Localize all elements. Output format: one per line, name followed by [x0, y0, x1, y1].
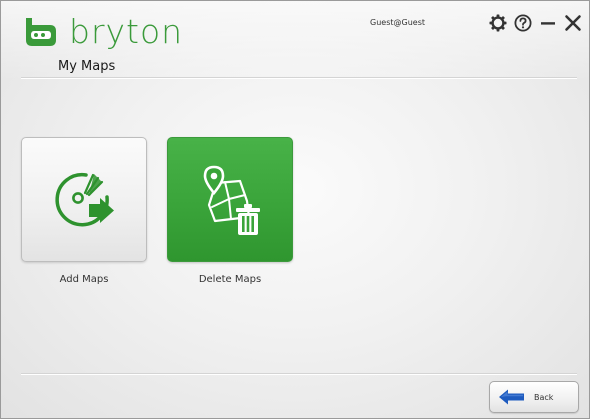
help-icon — [514, 14, 532, 32]
header-divider — [21, 77, 577, 78]
delete-map-icon — [168, 138, 292, 261]
user-account-label: Guest@Guest — [370, 18, 425, 27]
help-button[interactable] — [512, 11, 534, 35]
add-maps-label: Add Maps — [59, 274, 109, 285]
logo-wordmark: bryton — [69, 12, 184, 51]
add-map-icon — [22, 138, 146, 261]
footer-divider — [21, 373, 577, 374]
settings-button[interactable] — [487, 11, 509, 35]
bryton-logo: bryton — [23, 15, 183, 49]
back-button[interactable]: Back — [489, 381, 579, 413]
app-window: bryton My Maps Guest@Guest Add Maps Dele… — [0, 0, 590, 419]
delete-maps-label: Delete Maps — [198, 274, 262, 285]
window-controls — [487, 11, 587, 35]
add-maps-tile[interactable] — [21, 137, 147, 262]
minimize-button[interactable] — [537, 11, 559, 35]
back-button-label: Back — [534, 392, 554, 402]
gear-icon — [489, 14, 507, 32]
close-icon — [565, 15, 581, 31]
left-arrow-icon — [499, 389, 524, 405]
delete-maps-tile[interactable] — [167, 137, 293, 262]
page-title: My Maps — [58, 59, 116, 74]
bryton-logo-icon — [26, 18, 56, 46]
close-button[interactable] — [562, 11, 584, 35]
minimize-icon — [541, 22, 555, 25]
